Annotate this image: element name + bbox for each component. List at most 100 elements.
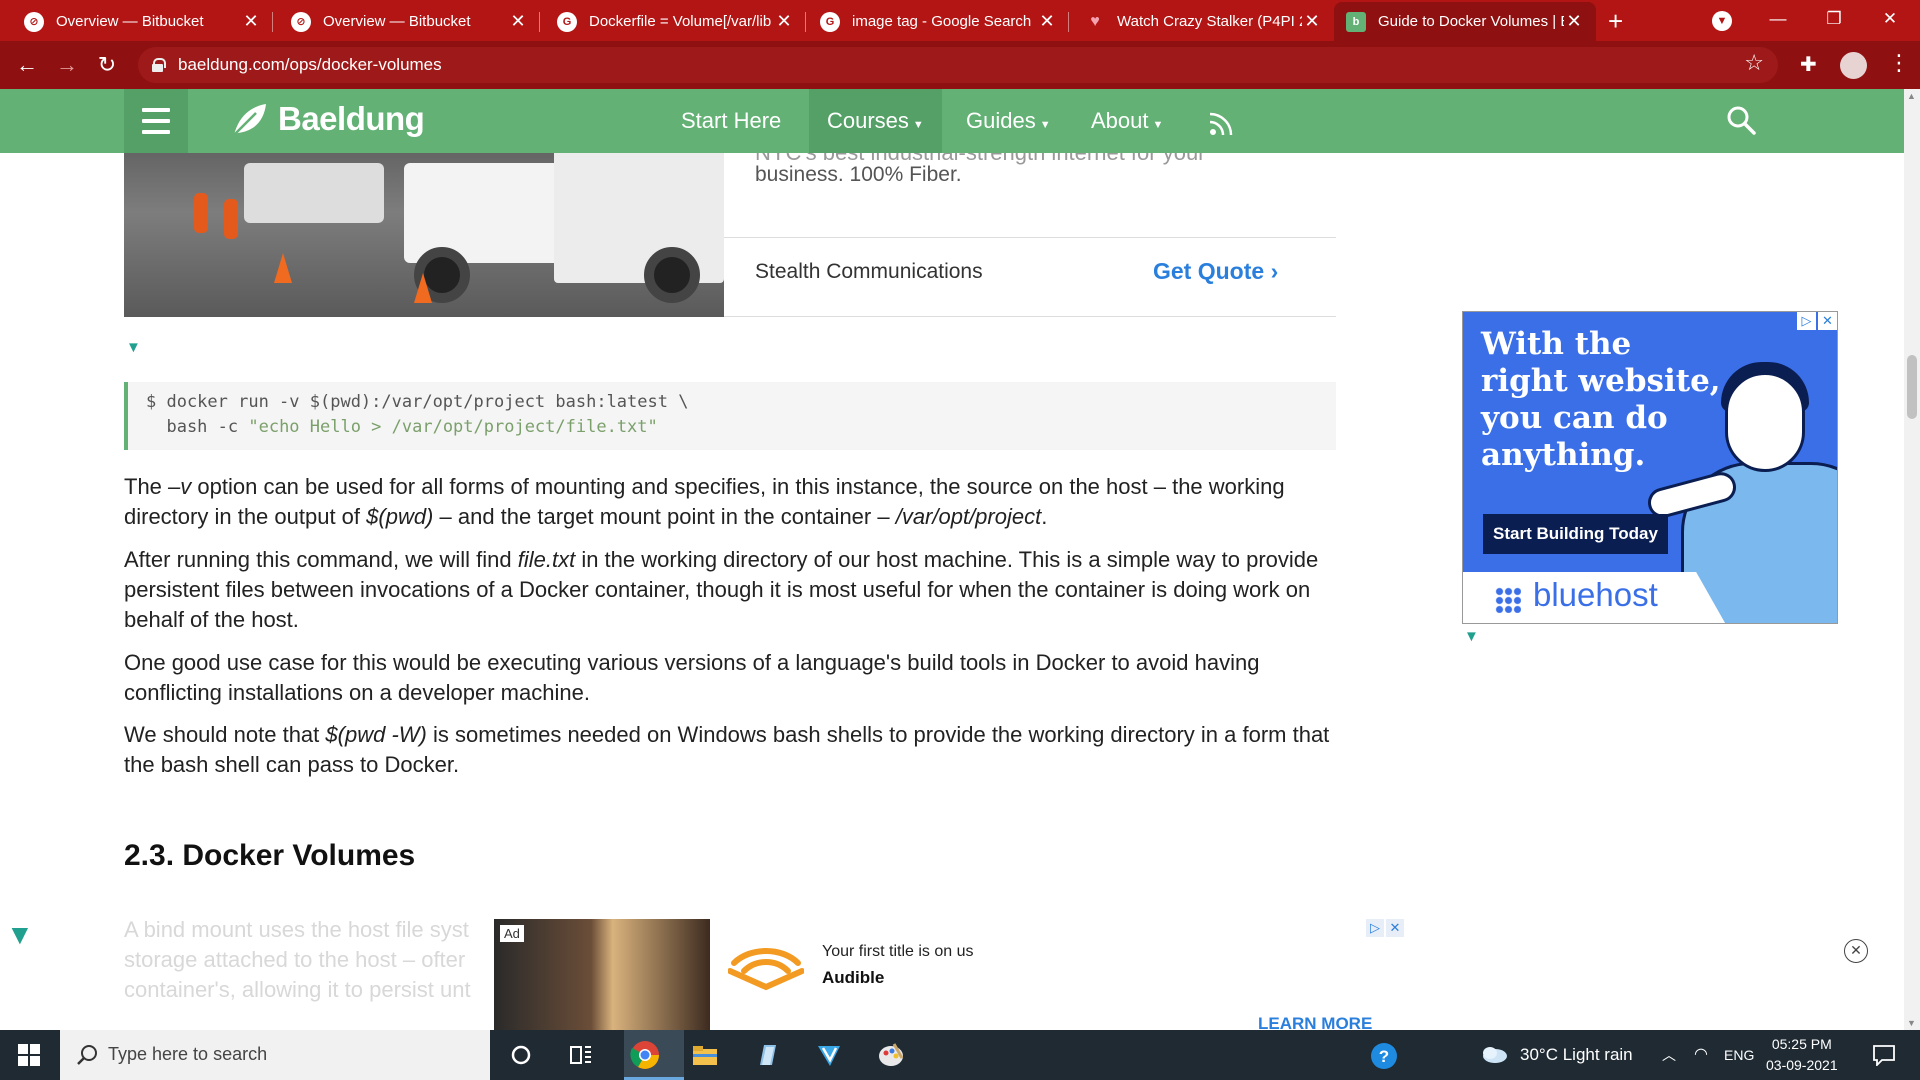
learn-more-button[interactable]: LEARN MORE xyxy=(1258,1014,1372,1030)
forward-icon[interactable]: → xyxy=(52,50,82,80)
audible-logo-icon xyxy=(728,948,804,991)
caret-down-icon: ▼ xyxy=(912,119,924,131)
cortana-icon[interactable] xyxy=(506,1040,536,1070)
nav-about[interactable]: About ▼ xyxy=(1073,89,1181,153)
bluehost-logo-icon xyxy=(1495,587,1521,613)
notifications-icon[interactable] xyxy=(1872,1044,1896,1066)
avatar[interactable] xyxy=(1840,52,1867,79)
close-tab-icon[interactable]: ✕ xyxy=(508,11,528,32)
notepad-icon[interactable] xyxy=(752,1040,782,1070)
nav-guides[interactable]: Guides ▼ xyxy=(948,89,1069,153)
paragraph-windows-note: We should note that $(pwd -W) is sometim… xyxy=(124,722,1330,777)
paint-icon[interactable] xyxy=(876,1040,906,1070)
weather-cloud-icon[interactable] xyxy=(1480,1046,1508,1064)
site-header: Baeldung Start Here Courses ▼ Guides ▼ Abo… xyxy=(0,89,1904,153)
close-tab-icon[interactable]: ✕ xyxy=(241,11,261,32)
taskbar-search-box[interactable]: Type here to search xyxy=(60,1030,490,1080)
bluehost-brand: bluehost xyxy=(1533,576,1658,613)
baeldung-icon: b xyxy=(1346,11,1366,32)
tab-crazy-stalker[interactable]: ♥ Watch Crazy Stalker (P4PI 2 ✕ xyxy=(1073,2,1334,41)
hamburger-menu-icon[interactable] xyxy=(124,89,188,153)
caret-down-icon: ▼ xyxy=(1152,119,1164,131)
scroll-down-icon[interactable]: ▼ xyxy=(1907,1018,1916,1028)
windows-taskbar: Type here to search ? 30°C Light rain ︿ … xyxy=(0,1030,1920,1080)
close-tab-icon[interactable]: ✕ xyxy=(1564,11,1584,32)
show-hidden-icons-icon[interactable]: ︿ xyxy=(1662,1030,1676,1080)
language-indicator[interactable]: ENG xyxy=(1724,1030,1754,1080)
google-icon: G xyxy=(820,11,840,32)
svg-text:?: ? xyxy=(1379,1047,1389,1066)
ad-advertiser: Stealth Communications xyxy=(755,260,983,283)
top-ad[interactable]: NYC's best industrial-strength internet … xyxy=(124,153,1336,317)
paragraph-file-txt: After running this command, we will find… xyxy=(124,547,1319,632)
weather-text[interactable]: 30°C Light rain xyxy=(1520,1030,1633,1080)
vscode-icon[interactable] xyxy=(814,1040,844,1070)
baeldung-leaf-icon xyxy=(233,104,266,136)
url-text[interactable]: baeldung.com/ops/docker-volumes xyxy=(178,55,442,75)
get-quote-button[interactable]: Get Quote › xyxy=(1153,258,1278,285)
tab-strip: ⊘ Overview — Bitbucket ✕ ⊘ Overview — Bi… xyxy=(0,0,1920,41)
scroll-up-icon[interactable]: ▲ xyxy=(1907,91,1916,101)
windows-start-icon[interactable] xyxy=(18,1044,40,1066)
file-explorer-icon[interactable] xyxy=(690,1040,720,1070)
new-tab-button[interactable]: + xyxy=(1608,6,1623,37)
bitbucket-icon: ⊘ xyxy=(24,11,44,32)
freestar-icon[interactable]: ▼ xyxy=(6,919,34,951)
freestar-icon[interactable]: ▼ xyxy=(1464,628,1479,645)
nav-courses[interactable]: Courses ▼ xyxy=(809,89,942,153)
tab-image-tag[interactable]: G image tag - Google Search ✕ xyxy=(808,2,1069,41)
restore-icon[interactable]: ❐ xyxy=(1804,0,1864,41)
tab-bitbucket-1[interactable]: ⊘ Overview — Bitbucket ✕ xyxy=(12,2,273,41)
adchoices-icon[interactable]: ▷ xyxy=(1797,312,1816,330)
ad-image xyxy=(494,919,710,1030)
bitbucket-icon: ⊘ xyxy=(291,11,311,32)
paragraph-v-option: The –v option can be used for all forms … xyxy=(124,474,1285,529)
code-block: $ docker run -v $(pwd):/var/opt/project … xyxy=(124,382,1336,450)
tab-dockerfile[interactable]: G Dockerfile = Volume[/var/lib ✕ xyxy=(545,2,806,41)
nav-start-here[interactable]: Start Here xyxy=(663,89,799,153)
omnibox[interactable]: baeldung.com/ops/docker-volumes ☆ xyxy=(138,47,1778,83)
reload-icon[interactable]: ↻ xyxy=(92,50,122,80)
address-bar-row: ← → ↻ baeldung.com/ops/docker-volumes ☆ xyxy=(0,41,1920,89)
ad-label: Ad xyxy=(500,925,524,942)
page-content: NYC's best industrial-strength internet … xyxy=(0,153,1904,1030)
paragraph-use-case: One good use case for this would be exec… xyxy=(124,650,1260,705)
close-tab-icon[interactable]: ✕ xyxy=(774,11,794,32)
task-view-icon[interactable] xyxy=(566,1040,596,1070)
wifi-icon[interactable]: ◠ xyxy=(1694,1030,1708,1080)
back-icon[interactable]: ← xyxy=(12,50,42,80)
lock-icon[interactable] xyxy=(152,58,166,72)
adchoices-icon[interactable]: ▷ xyxy=(1366,919,1384,937)
close-tab-icon[interactable]: ✕ xyxy=(1302,11,1322,32)
heart-icon: ♥ xyxy=(1090,12,1100,30)
minimize-icon[interactable]: — xyxy=(1748,0,1808,41)
tab-bitbucket-2[interactable]: ⊘ Overview — Bitbucket ✕ xyxy=(279,2,540,41)
help-icon[interactable]: ? xyxy=(1370,1042,1398,1070)
chevron-right-icon: › xyxy=(1270,258,1279,284)
side-ad-bluehost[interactable]: With the right website, you can do anyth… xyxy=(1462,311,1838,624)
freestar-icon[interactable]: ▼ xyxy=(126,339,141,356)
tab-search-icon[interactable]: ▼ xyxy=(1712,11,1732,31)
google-icon: G xyxy=(557,11,577,32)
start-building-button[interactable]: Start Building Today xyxy=(1483,514,1668,554)
bookmark-star-icon[interactable]: ☆ xyxy=(1744,50,1764,76)
site-logo[interactable]: Baeldung xyxy=(278,100,425,138)
caret-down-icon: ▼ xyxy=(1039,119,1051,131)
rss-feed-icon[interactable] xyxy=(1206,105,1240,139)
ad-close-icon[interactable]: ✕ xyxy=(1386,919,1404,937)
scrollbar-thumb[interactable] xyxy=(1907,355,1917,419)
ad-close-icon[interactable]: ✕ xyxy=(1818,312,1837,330)
close-tab-icon[interactable]: ✕ xyxy=(1037,11,1057,32)
taskbar-clock[interactable]: 05:25 PM 03-09-2021 xyxy=(1766,1034,1838,1076)
search-icon[interactable] xyxy=(1726,105,1756,135)
close-sticky-ad-icon[interactable]: ✕ xyxy=(1844,939,1868,963)
bottom-sticky-ad[interactable]: ▼ A bind mount uses the host file syst s… xyxy=(0,917,1904,1030)
search-icon xyxy=(77,1045,97,1065)
extensions-puzzle-icon[interactable]: ✚ xyxy=(1800,52,1817,77)
chrome-icon[interactable] xyxy=(629,1039,661,1071)
section-heading: 2.3. Docker Volumes xyxy=(124,839,416,872)
page-scrollbar[interactable]: ▲ ▼ xyxy=(1904,89,1920,1030)
chrome-menu-icon[interactable]: ⋮ xyxy=(1888,50,1910,76)
tab-docker-volumes[interactable]: b Guide to Docker Volumes | B ✕ xyxy=(1334,2,1596,41)
close-window-icon[interactable]: ✕ xyxy=(1860,0,1920,41)
